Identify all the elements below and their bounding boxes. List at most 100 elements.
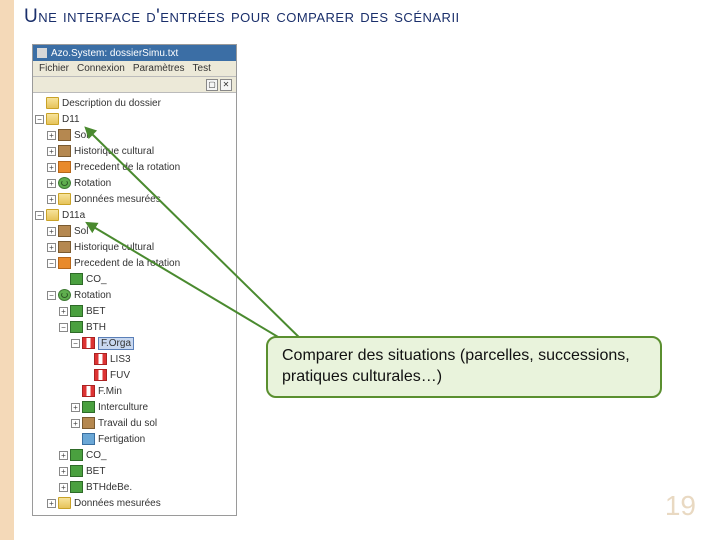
expander-plus-icon[interactable]: + xyxy=(47,227,56,236)
tree-item-sol[interactable]: + Sol xyxy=(35,127,234,143)
crop-icon xyxy=(70,481,83,493)
tree-label: Rotation xyxy=(74,290,111,301)
tree-item-fertigation[interactable]: Fertigation xyxy=(35,431,234,447)
tree-item-co2[interactable]: + CO_ xyxy=(35,447,234,463)
expander-plus-icon[interactable]: + xyxy=(47,195,56,204)
tree-item-historique[interactable]: + Historique cultural xyxy=(35,143,234,159)
soil-icon xyxy=(58,225,71,237)
expander-plus-icon[interactable]: + xyxy=(47,499,56,508)
app-window: Azo.System: dossierSimu.txt Fichier Conn… xyxy=(32,44,237,516)
tree-view[interactable]: Description du dossier − D11 + Sol + His… xyxy=(33,93,236,515)
flag-icon xyxy=(94,353,107,365)
app-titlebar[interactable]: Azo.System: dossierSimu.txt xyxy=(33,45,236,61)
folder-icon xyxy=(46,209,59,221)
expander-plus-icon[interactable]: + xyxy=(47,131,56,140)
expander-minus-icon[interactable]: − xyxy=(47,291,56,300)
tree-label: BET xyxy=(86,466,105,477)
precedent-icon xyxy=(58,257,71,269)
expander-minus-icon[interactable]: − xyxy=(47,259,56,268)
tree-label: BTH xyxy=(86,322,106,333)
crop-icon xyxy=(70,321,83,333)
rain-icon xyxy=(82,433,95,445)
menu-connexion[interactable]: Connexion xyxy=(77,63,125,74)
tree-item-lis3[interactable]: LIS3 xyxy=(35,351,234,367)
expander-plus-icon[interactable]: + xyxy=(47,243,56,252)
tree-label: CO_ xyxy=(86,450,107,461)
tree-label: Precedent de la rotation xyxy=(74,162,180,173)
menu-fichier[interactable]: Fichier xyxy=(39,63,69,74)
app-title: Azo.System: dossierSimu.txt xyxy=(51,48,178,59)
tree-item-d11a[interactable]: − D11a xyxy=(35,207,234,223)
tree-item-rotation2[interactable]: − Rotation xyxy=(35,287,234,303)
tree-label: BTHdeBe. xyxy=(86,482,132,493)
tree-label: Rotation xyxy=(74,178,111,189)
tree-item-rotation[interactable]: + Rotation xyxy=(35,175,234,191)
crop-icon xyxy=(70,273,83,285)
tree-item-sol2[interactable]: + Sol xyxy=(35,223,234,239)
tree-item-bthdebe[interactable]: + BTHdeBe. xyxy=(35,479,234,495)
expander-minus-icon[interactable]: − xyxy=(71,339,80,348)
expander-plus-icon[interactable]: + xyxy=(59,483,68,492)
expander-plus-icon[interactable]: + xyxy=(47,163,56,172)
folder-icon xyxy=(58,497,71,509)
callout-text: Comparer des situations (parcelles, succ… xyxy=(282,347,630,385)
tree-label: CO_ xyxy=(86,274,107,285)
tree-item-donnees2[interactable]: + Données mesurées xyxy=(35,495,234,511)
expander-blank xyxy=(71,387,80,396)
menu-parametres[interactable]: Paramètres xyxy=(133,63,185,74)
toolbar-doc-icon[interactable]: ▢ xyxy=(206,79,218,91)
tree-item-d11[interactable]: − D11 xyxy=(35,111,234,127)
expander-minus-icon[interactable]: − xyxy=(35,211,44,220)
tree-label: Historique cultural xyxy=(74,146,154,157)
flag-icon xyxy=(82,337,95,349)
tree-item-description[interactable]: Description du dossier xyxy=(35,95,234,111)
tree-label: Historique cultural xyxy=(74,242,154,253)
toolbar-close-icon[interactable]: ✕ xyxy=(220,79,232,91)
history-icon xyxy=(58,145,71,157)
menu-test[interactable]: Test xyxy=(193,63,211,74)
tree-item-fmin[interactable]: F.Min xyxy=(35,383,234,399)
expander-blank xyxy=(83,371,92,380)
left-accent-stripe xyxy=(0,0,14,540)
interculture-icon xyxy=(82,401,95,413)
expander-plus-icon[interactable]: + xyxy=(47,179,56,188)
expander-plus-icon[interactable]: + xyxy=(59,307,68,316)
tree-label: FUV xyxy=(110,370,130,381)
flag-icon xyxy=(82,385,95,397)
expander-plus-icon[interactable]: + xyxy=(47,147,56,156)
tree-item-interculture[interactable]: + Interculture xyxy=(35,399,234,415)
page-number: 19 xyxy=(665,490,696,522)
tree-item-bet[interactable]: + BET xyxy=(35,303,234,319)
expander-blank xyxy=(71,435,80,444)
tree-label: Données mesurées xyxy=(74,194,161,205)
expander-plus-icon[interactable]: + xyxy=(71,419,80,428)
precedent-icon xyxy=(58,161,71,173)
folder-icon xyxy=(58,193,71,205)
expander-blank xyxy=(59,275,68,284)
tree-item-bet2[interactable]: + BET xyxy=(35,463,234,479)
tree-item-forga[interactable]: − F.Orga xyxy=(35,335,234,351)
tree-label: Fertigation xyxy=(98,434,145,445)
tree-label: LIS3 xyxy=(110,354,131,365)
expander-minus-icon[interactable]: − xyxy=(35,115,44,124)
tree-label: Sol xyxy=(74,130,88,141)
rotation-icon xyxy=(58,177,71,189)
expander-plus-icon[interactable]: + xyxy=(59,467,68,476)
callout-box: Comparer des situations (parcelles, succ… xyxy=(266,336,662,398)
tree-item-precedent2[interactable]: − Precedent de la rotation xyxy=(35,255,234,271)
tree-label: Precedent de la rotation xyxy=(74,258,180,269)
tree-item-donnees[interactable]: + Données mesurées xyxy=(35,191,234,207)
expander-blank xyxy=(35,99,44,108)
tree-item-fuv[interactable]: FUV xyxy=(35,367,234,383)
tree-item-precedent[interactable]: + Precedent de la rotation xyxy=(35,159,234,175)
slide-title: Une interface d'entrées pour comparer de… xyxy=(24,6,460,28)
tree-item-travail[interactable]: + Travail du sol xyxy=(35,415,234,431)
tree-item-historique2[interactable]: + Historique cultural xyxy=(35,239,234,255)
expander-minus-icon[interactable]: − xyxy=(59,323,68,332)
tree-item-co[interactable]: CO_ xyxy=(35,271,234,287)
tree-label: F.Min xyxy=(98,386,122,397)
expander-plus-icon[interactable]: + xyxy=(59,451,68,460)
tree-item-bth[interactable]: − BTH xyxy=(35,319,234,335)
expander-plus-icon[interactable]: + xyxy=(71,403,80,412)
tree-label: D11 xyxy=(62,114,80,125)
